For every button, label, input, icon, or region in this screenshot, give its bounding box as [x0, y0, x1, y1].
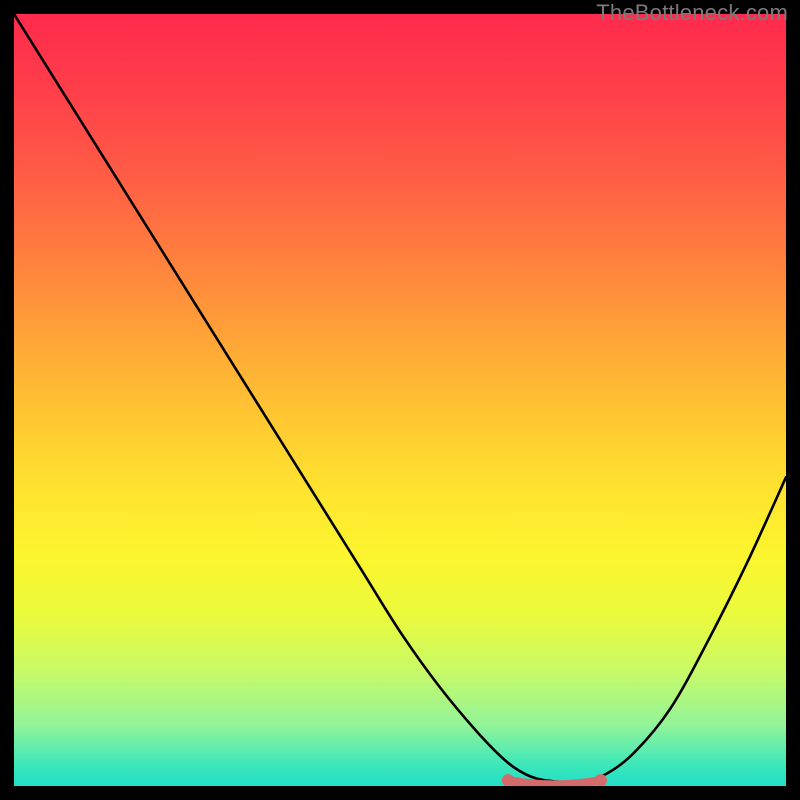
- watermark-text: TheBottleneck.com: [596, 0, 788, 26]
- chart-frame: [14, 14, 786, 786]
- chart-gradient-background: [14, 14, 786, 786]
